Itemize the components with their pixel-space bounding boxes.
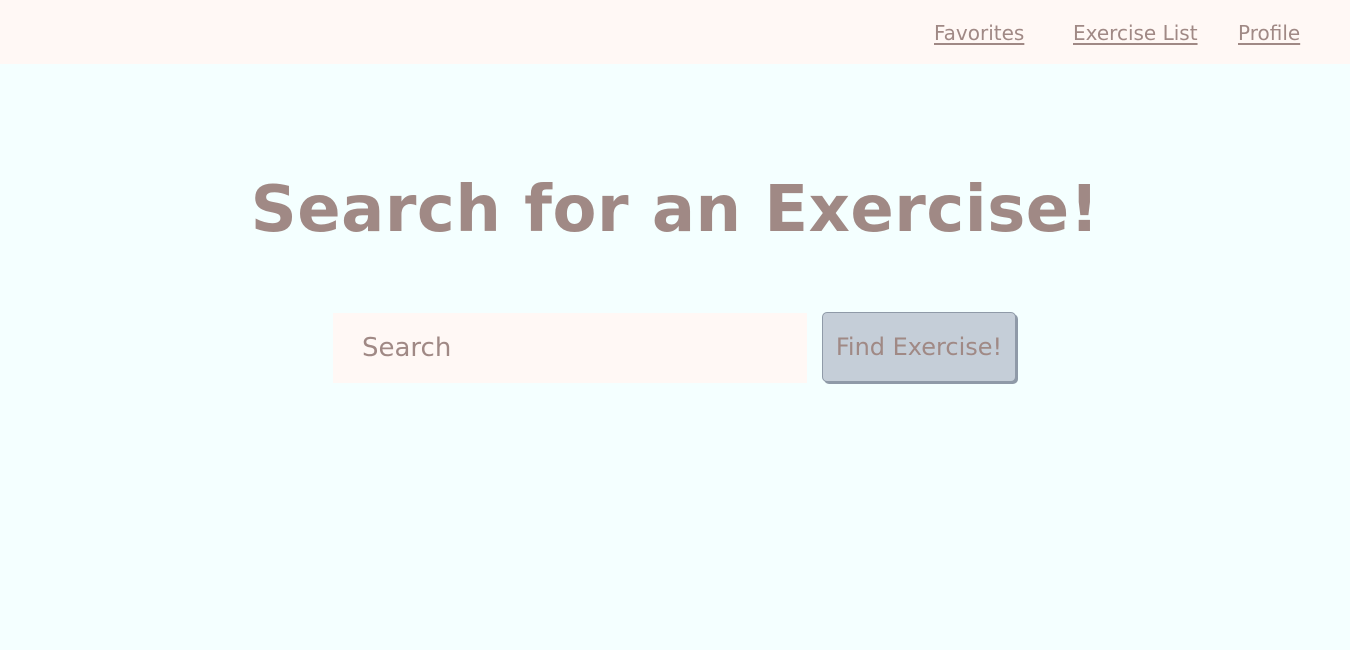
nav-link-exercise-list[interactable]: Exercise List (1073, 20, 1198, 46)
page-title: Search for an Exercise! (250, 173, 1100, 247)
find-exercise-button[interactable]: Find Exercise! (822, 312, 1016, 382)
nav-link-profile[interactable]: Profile (1238, 20, 1300, 46)
top-navigation-bar: Favorites Exercise List Profile (0, 0, 1350, 64)
search-input[interactable] (333, 313, 807, 383)
nav-link-favorites[interactable]: Favorites (934, 20, 1024, 46)
